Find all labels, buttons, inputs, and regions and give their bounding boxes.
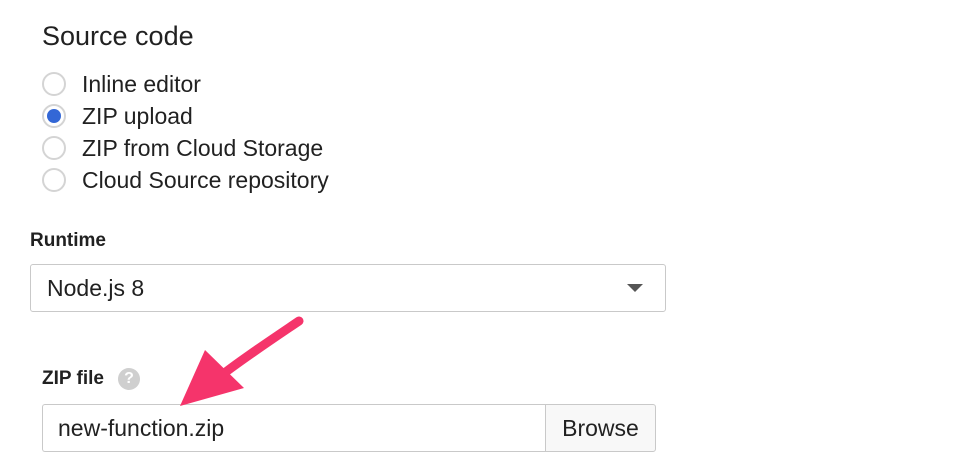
zip-file-input[interactable]: [42, 404, 545, 452]
radio-label: ZIP from Cloud Storage: [82, 134, 324, 161]
radio-option-cloud-source-repository[interactable]: Cloud Source repository: [42, 164, 329, 196]
runtime-label: Runtime: [30, 230, 106, 251]
radio-option-zip-upload[interactable]: ZIP upload: [42, 100, 329, 132]
radio-label: Inline editor: [82, 70, 201, 97]
zip-file-row: Browse: [42, 404, 656, 452]
section-title: Source code: [42, 21, 194, 51]
radio-label: ZIP upload: [82, 102, 193, 129]
browse-button[interactable]: Browse: [545, 404, 656, 452]
radio-button[interactable]: [42, 72, 66, 96]
radio-label: Cloud Source repository: [82, 166, 329, 193]
zip-file-label: ZIP file: [42, 368, 104, 389]
arrow-shaft: [213, 316, 304, 383]
source-code-radio-group: Inline editor ZIP upload ZIP from Cloud …: [42, 68, 329, 196]
radio-option-zip-from-cloud-storage[interactable]: ZIP from Cloud Storage: [42, 132, 329, 164]
arrow-head: [180, 350, 244, 406]
radio-button[interactable]: [42, 168, 66, 192]
cloud-function-source-form: Source code Inline editor ZIP upload ZIP…: [0, 0, 972, 474]
help-icon[interactable]: ?: [117, 368, 140, 390]
caret-down-icon: [627, 284, 643, 292]
radio-selected-dot: [47, 109, 61, 123]
runtime-selected-value: Node.js 8: [47, 274, 145, 301]
zip-file-label-row: ZIP file ?: [42, 368, 140, 390]
radio-button[interactable]: [42, 136, 66, 160]
runtime-select[interactable]: Node.js 8: [30, 264, 666, 312]
radio-button[interactable]: [42, 104, 66, 128]
radio-option-inline-editor[interactable]: Inline editor: [42, 68, 329, 100]
